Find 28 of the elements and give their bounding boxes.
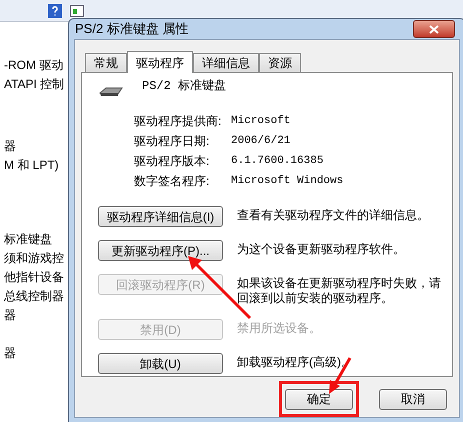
tab[interactable]: 资源	[259, 53, 301, 72]
help-icon[interactable]	[48, 4, 62, 18]
action-description: 禁用所选设备。	[237, 320, 322, 336]
action-button[interactable]: 卸载(U)	[98, 353, 223, 374]
info-label: 驱动程序日期:	[134, 133, 210, 149]
action-description: 为这个设备更新驱动程序软件。	[237, 241, 406, 257]
tab[interactable]: 常规	[85, 53, 127, 72]
info-value: 6.1.7600.16385	[231, 154, 324, 169]
keyboard-icon	[98, 85, 124, 99]
dialog-button[interactable]: 取消	[379, 388, 447, 410]
device-name: PS/2 标准键盘	[142, 78, 226, 95]
action-button[interactable]: 驱动程序详细信息(I)	[98, 206, 223, 227]
close-icon	[429, 24, 439, 34]
tab[interactable]: 驱动程序	[127, 51, 193, 73]
window-title: PS/2 标准键盘 属性	[75, 20, 188, 38]
info-value: 2006/6/21	[231, 134, 290, 149]
action-description: 查看有关驱动程序文件的详细信息。	[237, 207, 430, 223]
window-icon[interactable]	[70, 4, 84, 16]
tab[interactable]: 详细信息	[193, 53, 259, 72]
info-value: Microsoft	[231, 114, 290, 129]
dialog-button[interactable]: 确定	[285, 388, 353, 410]
action-button[interactable]: 更新驱动程序(P)...	[98, 240, 223, 261]
close-button[interactable]	[413, 20, 455, 38]
info-value: Microsoft Windows	[231, 174, 344, 189]
info-label: 数字签名程序:	[134, 173, 210, 189]
info-label: 驱动程序版本:	[134, 153, 210, 169]
action-description: 如果该设备在更新驱动程序时失败，请回滚到以前安装的驱动程序。	[237, 275, 442, 306]
info-label: 驱动程序提供商:	[134, 113, 222, 129]
